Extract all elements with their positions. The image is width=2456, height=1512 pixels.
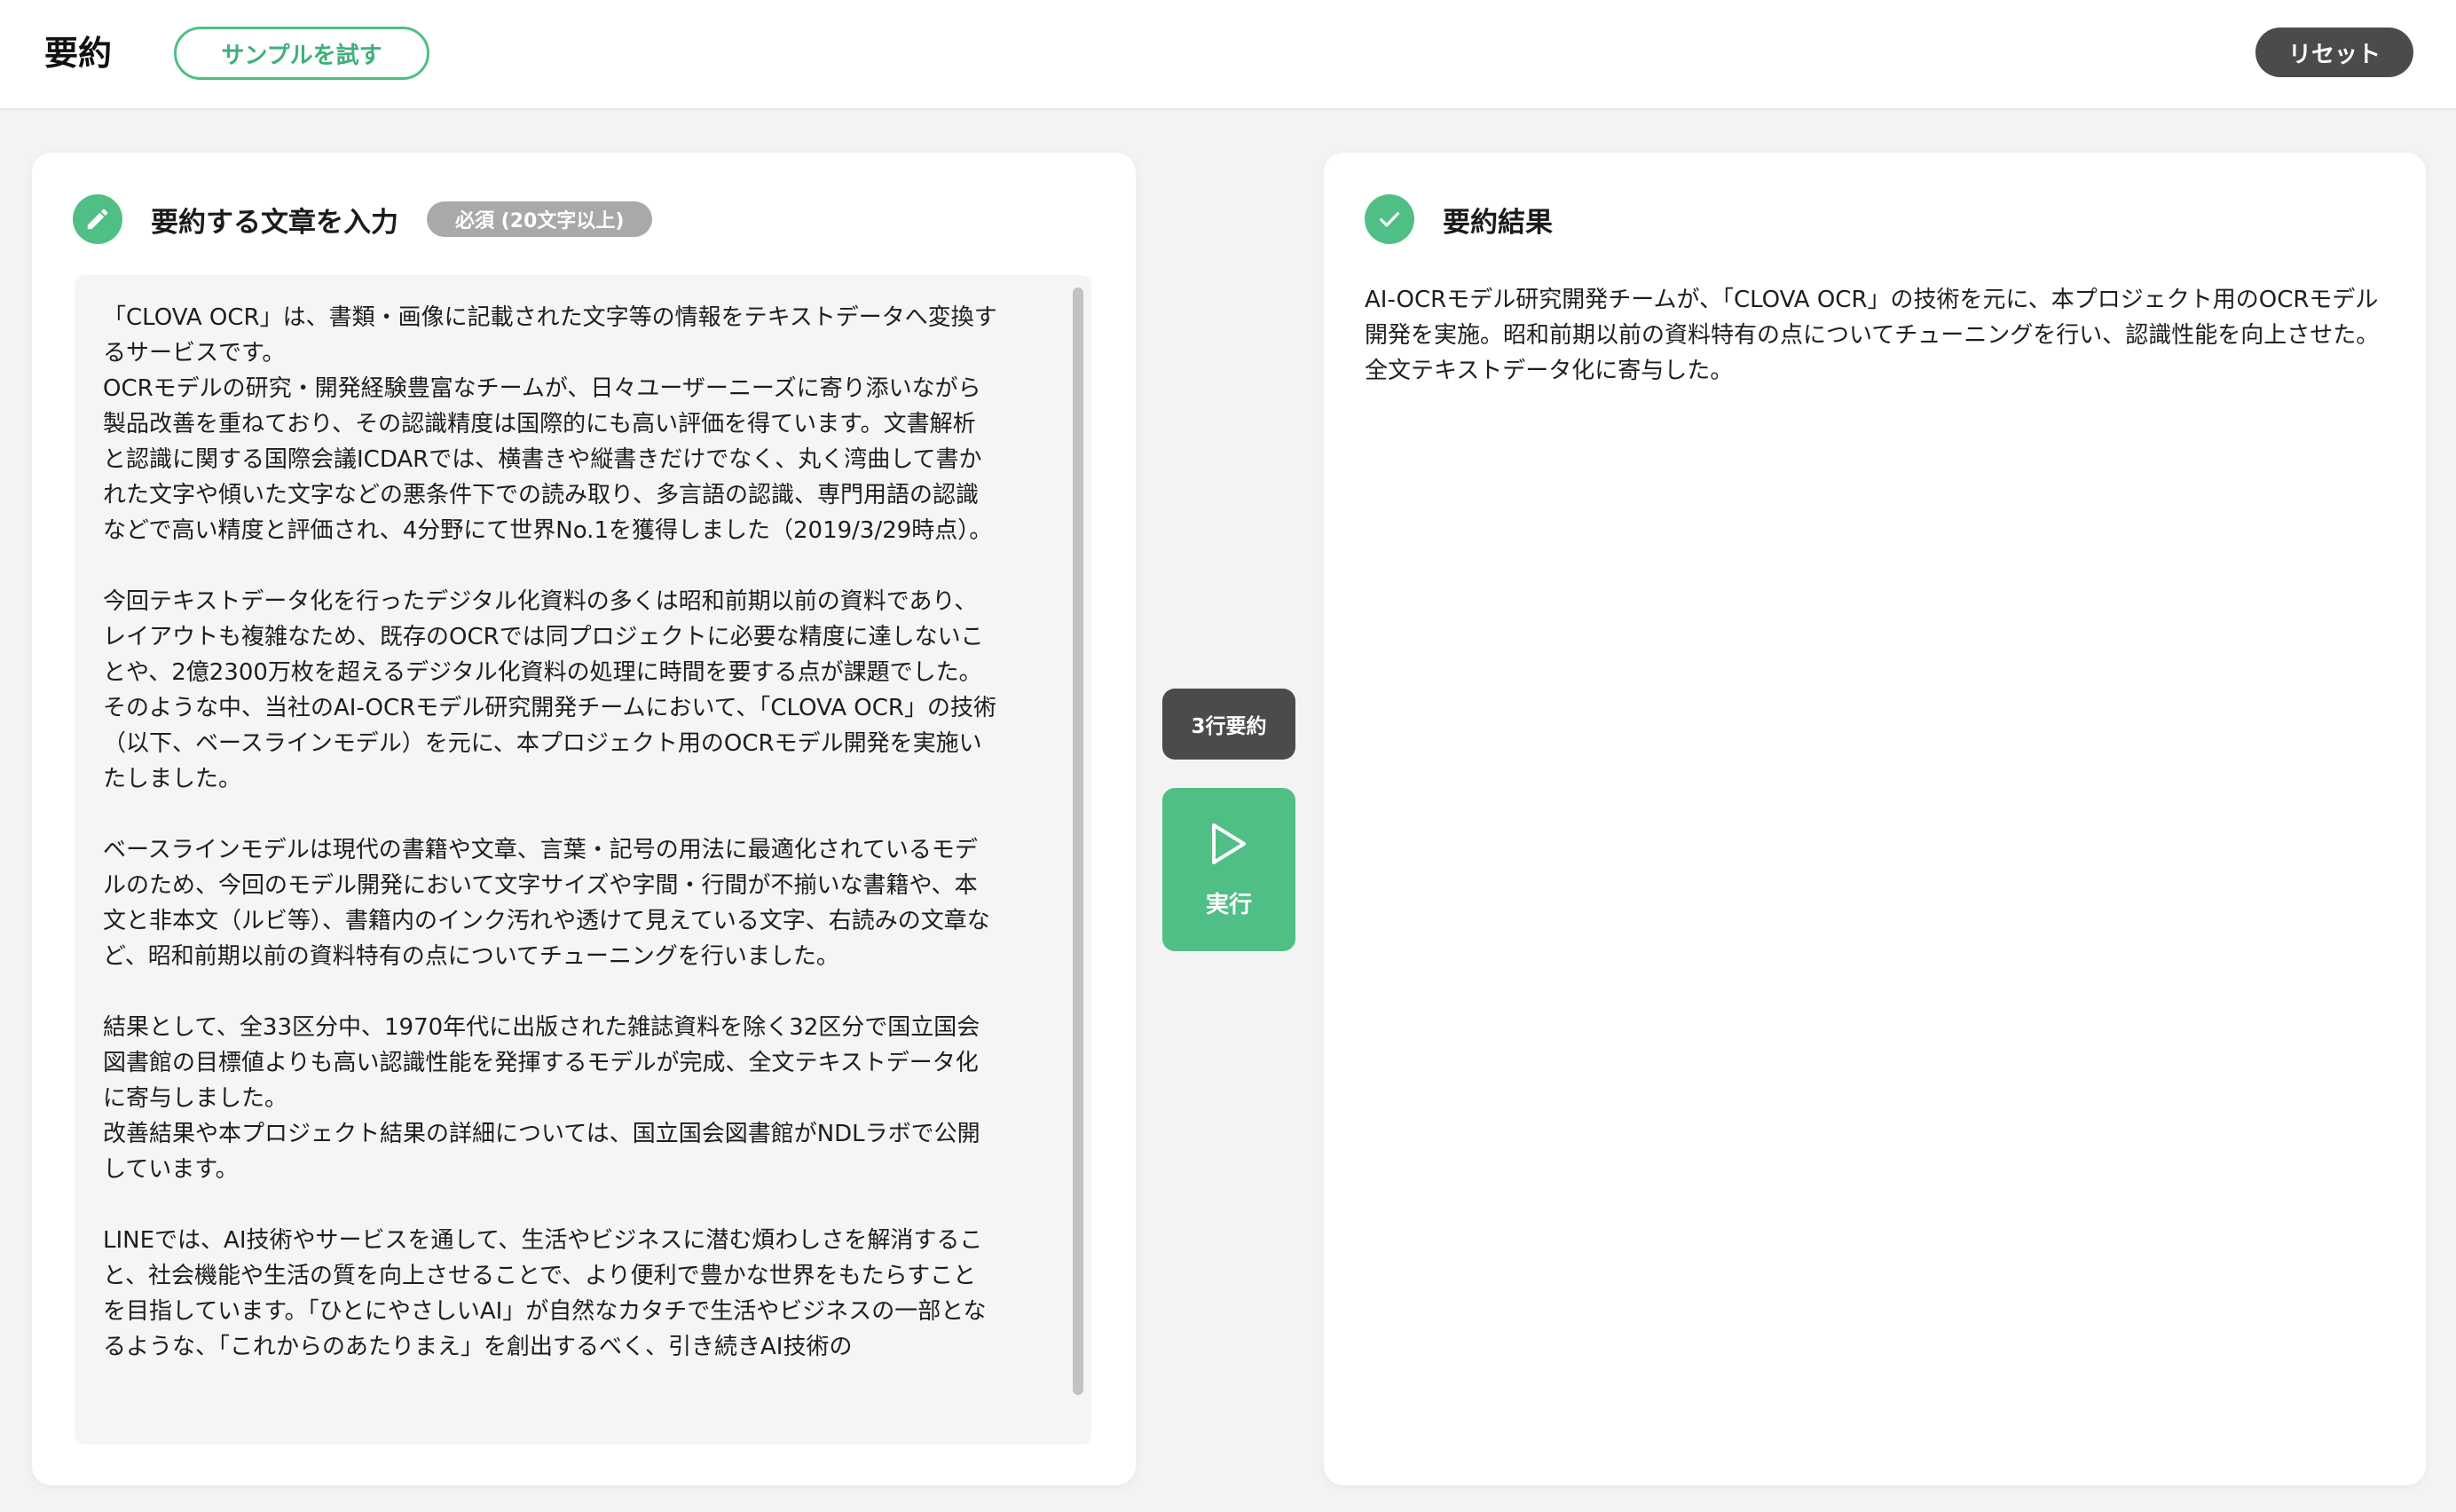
input-panel-header: 要約する文章を入力 必須 (20文字以上) <box>73 193 653 245</box>
run-button-label: 実行 <box>1205 891 1252 918</box>
play-icon <box>1212 823 1246 864</box>
result-panel-title: 要約結果 <box>1443 206 1553 239</box>
page-title: 要約 <box>44 34 113 73</box>
input-scrollbar-thumb[interactable] <box>1073 287 1083 1395</box>
run-button[interactable]: 実行 <box>1162 788 1295 951</box>
input-panel-title: 要約する文章を入力 <box>151 206 398 239</box>
input-text-area[interactable]: 「CLOVA OCR」は、書類・画像に記載された文字等の情報をテキストデータへ変… <box>75 275 1091 1445</box>
summary-result-text: AI-OCRモデル研究開発チームが、「CLOVA OCR」の技術を元に、本プロジ… <box>1365 287 2380 384</box>
result-panel: 要約結果 AI-OCRモデル研究開発チームが、「CLOVA OCR」の技術を元に… <box>1324 153 2426 1485</box>
pencil-icon <box>73 194 122 244</box>
reset-button[interactable]: リセット <box>2255 28 2413 77</box>
required-badge: 必須 (20文字以上) <box>427 201 653 237</box>
result-panel-header: 要約結果 <box>1365 193 1553 245</box>
check-icon <box>1365 194 1414 244</box>
input-scrollbar[interactable] <box>1070 282 1086 1437</box>
try-sample-button[interactable]: サンプルを試す <box>174 27 429 80</box>
top-bar: 要約 サンプルを試す リセット <box>0 0 2456 110</box>
input-panel: 要約する文章を入力 必須 (20文字以上) 「CLOVA OCR」は、書類・画像… <box>32 153 1136 1485</box>
input-textarea[interactable]: 「CLOVA OCR」は、書類・画像に記載された文字等の情報をテキストデータへ変… <box>75 275 1051 1445</box>
three-line-summary-button[interactable]: 3行要約 <box>1162 689 1295 760</box>
